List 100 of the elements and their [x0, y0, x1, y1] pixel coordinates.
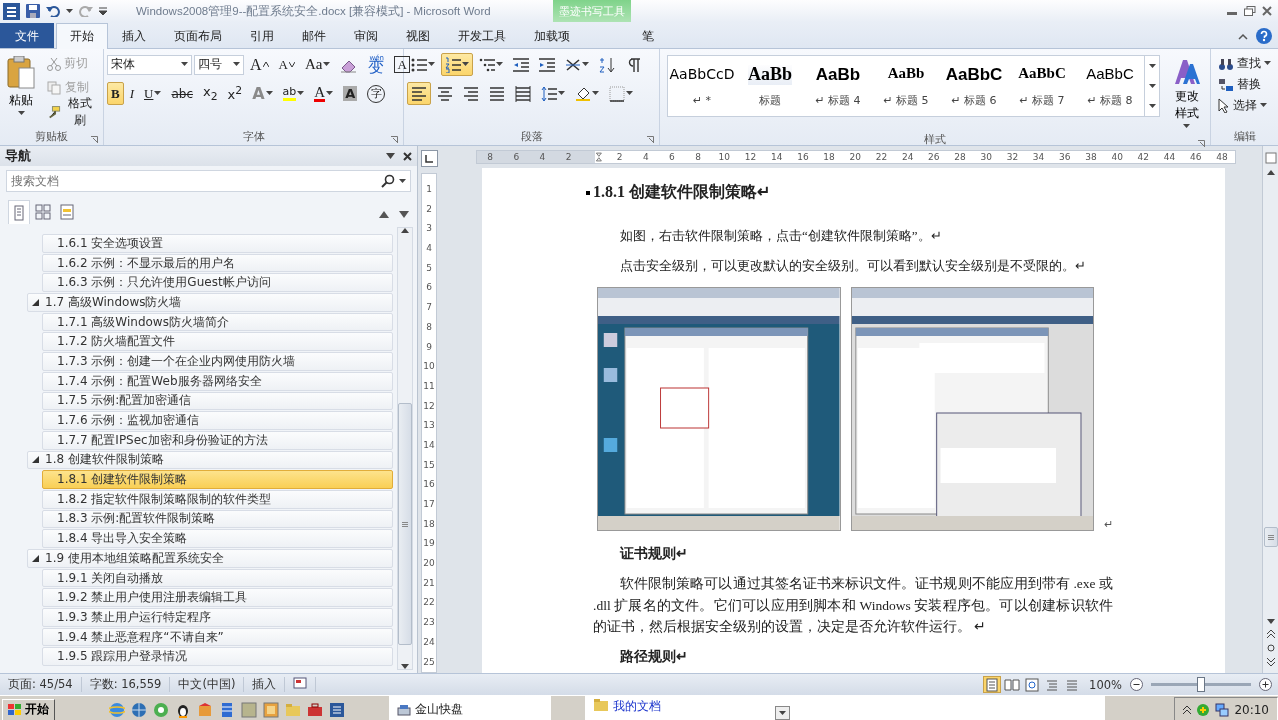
- browse-object-icon: [1266, 643, 1275, 652]
- character-shading-button[interactable]: A: [339, 82, 362, 105]
- ruler-number: 6: [668, 151, 676, 163]
- heading-item[interactable]: 1.9.2 禁止用户使用注册表编辑工具: [42, 588, 393, 608]
- down-icon: [288, 62, 295, 67]
- folder-link[interactable]: 我的文档: [613, 698, 661, 715]
- paint-bucket-icon: [575, 85, 591, 102]
- heading-item[interactable]: 1.9.4 禁止恶意程序“不请自来”: [42, 627, 393, 647]
- subscript-button[interactable]: x$_{2}$: [199, 82, 222, 105]
- ribbon-tab[interactable]: 引用: [236, 23, 288, 48]
- style-item[interactable]: AaBbCcD ↵ *: [668, 56, 736, 116]
- redo-icon: [79, 5, 93, 17]
- start-button[interactable]: 开始: [2, 698, 55, 720]
- view-button[interactable]: [1023, 676, 1042, 693]
- heading-item[interactable]: 1.8.1 创建软件限制策略: [42, 470, 393, 489]
- heading-item[interactable]: 1.7.4 示例：配置Web服务器网络安全: [42, 371, 393, 391]
- insert-mode[interactable]: 插入: [244, 677, 286, 692]
- heading-item[interactable]: 1.7 高级Windows防火墙: [27, 293, 393, 312]
- change-case-button[interactable]: Aa: [300, 53, 335, 76]
- heading-item[interactable]: 1.7.3 示例：创建一个在企业内网使用防火墙: [42, 352, 393, 371]
- ribbon-tab[interactable]: 插入: [108, 23, 160, 48]
- ribbon-tab[interactable]: 页面布局: [160, 23, 236, 48]
- ruler-number: 40: [1110, 151, 1124, 163]
- grow-font-button[interactable]: A: [246, 53, 273, 76]
- heading-item[interactable]: 1.7.2 防火墙配置文件: [42, 332, 393, 352]
- heading-item[interactable]: 1.7.1 高级Windows防火墙简介: [42, 312, 393, 332]
- style-item[interactable]: AaBbC ↵ 标题 8: [1076, 56, 1144, 116]
- dropdown-icon: [181, 62, 188, 67]
- ruler-number: 8: [486, 151, 494, 163]
- style-item[interactable]: AaBb ↵ 标题 4: [804, 56, 872, 116]
- ruler-number: 34: [1031, 151, 1046, 163]
- replace-button[interactable]: 替换: [1214, 74, 1275, 95]
- heading-item[interactable]: 1.7.7 配置IPSec加密和身份验证的方法: [42, 430, 393, 450]
- heading-item[interactable]: 1.6.2 示例：不显示最后的用户名: [42, 253, 393, 273]
- collapse-ribbon-icon: [1238, 32, 1248, 40]
- style-item[interactable]: AaBbC ↵ 标题 6: [940, 56, 1008, 116]
- ribbon-tab[interactable]: 邮件: [288, 23, 340, 48]
- heading-item[interactable]: 1.6.3 示例：只允许使用Guest帐户访问: [42, 273, 393, 293]
- find-button[interactable]: 查找: [1214, 53, 1275, 74]
- view-button[interactable]: [983, 676, 1002, 693]
- underline-button[interactable]: U: [140, 82, 166, 105]
- heading-item[interactable]: 1.9.3 禁止用户运行特定程序: [42, 608, 393, 627]
- shrink-font-button[interactable]: A: [274, 53, 299, 76]
- scrollbar[interactable]: [397, 227, 413, 670]
- view-button[interactable]: [1003, 676, 1022, 693]
- bold-button[interactable]: B: [107, 82, 124, 105]
- superscript-button[interactable]: x$^{2}$: [223, 82, 247, 105]
- numbering-button[interactable]: [441, 53, 473, 76]
- ribbon-tab[interactable]: 开发工具: [444, 23, 520, 48]
- style-item[interactable]: AaBb ↵ 标题 5: [872, 56, 940, 116]
- ruler-number: 2: [426, 203, 432, 216]
- paste-button[interactable]: 粘贴: [3, 53, 39, 128]
- font-name-field[interactable]: 宋体: [107, 54, 192, 75]
- heading-item[interactable]: 1.8.4 导出导入安全策略: [42, 529, 393, 548]
- search-icon: [381, 174, 395, 188]
- heading-item[interactable]: 1.8 创建软件限制策略: [27, 450, 393, 470]
- ribbon-tab[interactable]: 开始: [56, 23, 108, 49]
- group-label: 字体: [242, 129, 265, 144]
- heading-item[interactable]: 1.9 使用本地组策略配置系统安全: [27, 549, 393, 568]
- heading-item[interactable]: 1.7.6 示例：监视加密通信: [42, 411, 393, 430]
- tab-selector[interactable]: [420, 150, 438, 167]
- brush-icon: [47, 104, 61, 119]
- italic-button[interactable]: I: [125, 82, 138, 105]
- highlight-button[interactable]: ab: [278, 82, 309, 105]
- align-left-button[interactable]: [407, 82, 431, 105]
- zoom-slider[interactable]: [1197, 677, 1205, 692]
- heading-item[interactable]: 1.9.5 跟踪用户登录情况: [42, 647, 393, 667]
- heading-item[interactable]: 1.8.2 指定软件限制策略限制的软件类型: [42, 489, 393, 509]
- font-color-button[interactable]: A: [310, 82, 338, 105]
- increase-indent-icon: [539, 56, 555, 73]
- align-center-icon: [437, 85, 453, 102]
- heading-item[interactable]: 1.6.1 安全选项设置: [42, 234, 393, 253]
- ribbon-tab[interactable]: 视图: [392, 23, 444, 48]
- language[interactable]: 中文(中国): [170, 677, 245, 692]
- scroll-up-icon: [1148, 63, 1156, 69]
- scroll-down-button[interactable]: [775, 706, 790, 720]
- caret-icon: [297, 91, 305, 96]
- strikethrough-button[interactable]: abc: [167, 82, 197, 105]
- word-count[interactable]: 字数: 16,559: [81, 677, 171, 692]
- caret-icon: [17, 111, 25, 116]
- zoom-level[interactable]: 100%: [1083, 677, 1128, 692]
- change-styles-button[interactable]: 更改样式: [1166, 53, 1207, 132]
- search-field[interactable]: 搜索文档: [6, 170, 411, 192]
- style-item[interactable]: AaBbC ↵ 标题 7: [1008, 56, 1076, 116]
- scrollbar[interactable]: [1262, 146, 1278, 673]
- character-border-button[interactable]: A: [390, 53, 414, 76]
- page-count[interactable]: 页面: 45/54: [0, 677, 82, 692]
- ribbon-tab[interactable]: 笔: [609, 23, 687, 48]
- ribbon-tab[interactable]: 加载项: [520, 23, 584, 48]
- ruler-number: 8: [426, 321, 432, 334]
- style-item[interactable]: AaBb 标题: [736, 56, 804, 116]
- ribbon-tab[interactable]: 文件: [0, 23, 54, 48]
- paragraph: 点击安全级别，可以更改默认的安全级别。可以看到默认安全级别是不受限的。↵: [620, 257, 1087, 275]
- font-size-field[interactable]: 四号: [194, 54, 244, 75]
- heading-item[interactable]: 1.7.5 示例:配置加密通信: [42, 391, 393, 411]
- select-button[interactable]: 选择: [1214, 95, 1275, 116]
- ribbon-tab[interactable]: 审阅: [340, 23, 392, 48]
- heading-item[interactable]: 1.8.3 示例:配置软件限制策略: [42, 509, 393, 529]
- scroll-down-icon: [1266, 618, 1275, 624]
- heading-item[interactable]: 1.9.1 关闭自动播放: [42, 568, 393, 588]
